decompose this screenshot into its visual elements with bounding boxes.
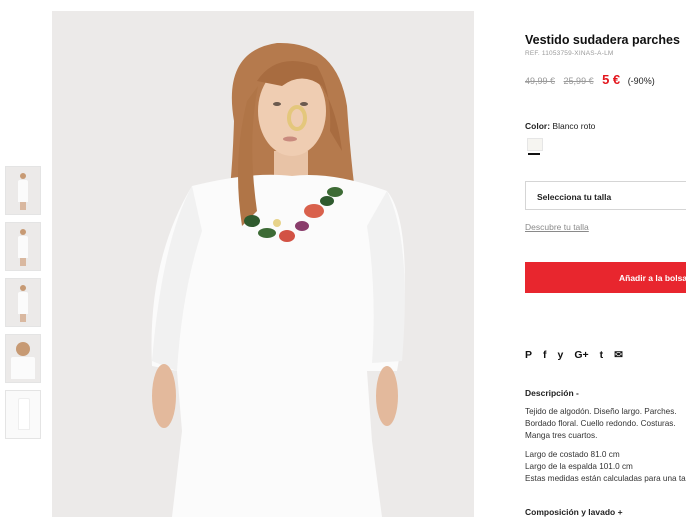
product-main-image[interactable]	[52, 11, 474, 517]
description-line: Bordado floral. Cuello redondo. Costuras…	[525, 419, 676, 428]
sale-price: 5 €	[602, 72, 621, 87]
product-reference: REF. 11053759-XINAS-A-LM	[525, 50, 614, 57]
description-toggle[interactable]: Descripción -	[525, 388, 579, 398]
previous-price: 25,99 €	[563, 76, 594, 86]
thumbnail-4[interactable]	[5, 334, 41, 383]
share-bar: P f y G+ t ✉	[525, 349, 623, 361]
original-price: 49,99 €	[525, 76, 556, 86]
selected-swatch-indicator	[528, 153, 540, 155]
product-title: Vestido sudadera parches	[525, 33, 680, 47]
size-guide-link[interactable]: Descubre tu talla	[525, 222, 589, 232]
color-swatch-white[interactable]	[527, 138, 543, 151]
thumbnail-1[interactable]	[5, 166, 41, 215]
color-value: Blanco roto	[552, 121, 596, 131]
composition-toggle[interactable]: Composición y lavado +	[525, 507, 623, 517]
thumbnail-list	[5, 166, 42, 446]
discount-badge: (-90%)	[627, 76, 655, 86]
price-row: 49,99 € 25,99 € 5 € (-90%)	[525, 72, 655, 87]
thumbnail-5[interactable]	[5, 390, 41, 439]
description-line: Estas medidas están calculadas para una …	[525, 474, 686, 483]
thumbnail-3[interactable]	[5, 278, 41, 327]
add-to-bag-button[interactable]: Añadir a la bolsa	[525, 262, 686, 293]
product-info-panel: Vestido sudadera parches REF. 11053759-X…	[525, 0, 686, 517]
description-line: Tejido de algodón. Diseño largo. Parches…	[525, 407, 677, 416]
thumbnail-2[interactable]	[5, 222, 41, 271]
pinterest-icon[interactable]: P	[525, 349, 532, 361]
color-label-row: Color: Blanco roto	[525, 121, 595, 131]
description-line: Manga tres cuartos.	[525, 431, 598, 440]
size-select[interactable]: Selecciona tu talla	[525, 181, 686, 210]
color-label: Color:	[525, 121, 551, 131]
email-icon[interactable]: ✉	[614, 349, 623, 361]
facebook-icon[interactable]: f	[543, 349, 547, 361]
google-plus-icon[interactable]: G+	[574, 349, 588, 361]
tumblr-icon[interactable]: t	[600, 349, 604, 361]
description-line: Largo de costado 81.0 cm	[525, 450, 620, 459]
model-photo	[52, 11, 474, 517]
twitter-icon[interactable]: y	[558, 349, 564, 361]
description-line: Largo de la espalda 101.0 cm	[525, 462, 633, 471]
